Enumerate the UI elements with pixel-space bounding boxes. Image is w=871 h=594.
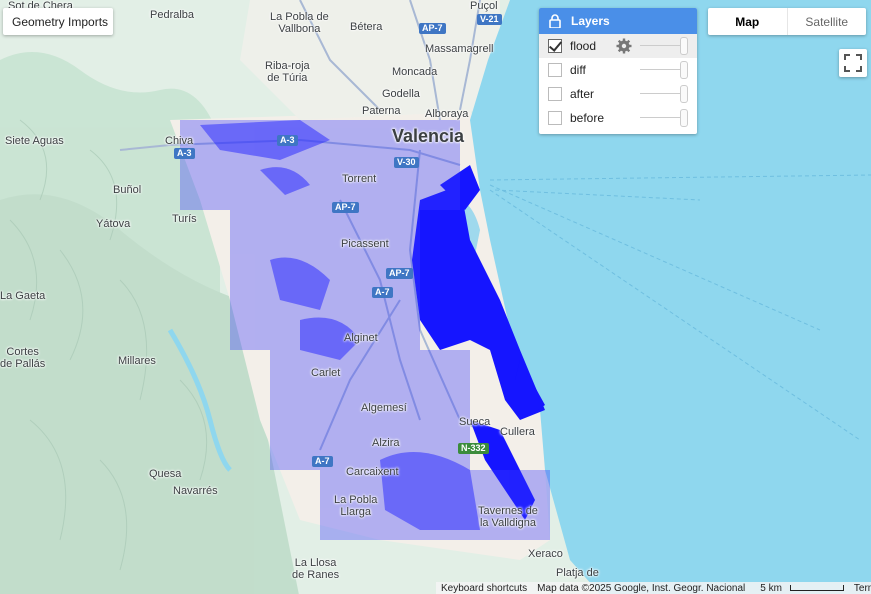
place-moncada: Moncada (392, 66, 438, 78)
road-n332: N-332 (458, 443, 489, 454)
road-a7-north: A-7 (372, 287, 393, 298)
layer-checkbox-before[interactable] (548, 111, 562, 125)
road-v30: V-30 (394, 157, 419, 168)
place-siete-aguas: Siete Aguas (5, 135, 64, 147)
place-sueca: Sueca (459, 416, 491, 428)
place-navarres: Navarrés (173, 485, 218, 497)
layer-label-after: after (570, 87, 595, 101)
place-la-pobla-vallbona: La Pobla de Vallbona (270, 11, 329, 35)
map-type-control: Map Satellite (708, 8, 866, 35)
place-algemesi: Algemesí (361, 402, 407, 414)
scale-label: 5 km (760, 582, 782, 594)
place-massamagrell: Massamagrell (425, 43, 494, 55)
place-torrent: Torrent (342, 173, 377, 185)
scale-control[interactable]: 5 km (750, 583, 849, 594)
map-canvas[interactable]: Valencia Pedralba La Pobla de Vallbona B… (0, 0, 871, 594)
place-picassent: Picassent (341, 238, 389, 250)
layers-title: Layers (571, 14, 610, 28)
map-attribution: Map data ©2025 Google, Inst. Geogr. Naci… (537, 582, 746, 594)
layer-row-after[interactable]: after (539, 82, 697, 106)
layer-checkbox-flood[interactable] (548, 39, 562, 53)
layers-panel: Layers flood diff after before (539, 8, 697, 134)
place-betera: Bétera (350, 21, 383, 33)
road-ap7-north: AP-7 (419, 23, 446, 34)
scale-bar (789, 584, 844, 591)
opacity-slider-thumb-flood[interactable] (680, 37, 688, 55)
opacity-slider-thumb-after[interactable] (680, 85, 688, 103)
place-paterna: Paterna (362, 105, 401, 117)
place-cullera: Cullera (500, 426, 535, 438)
place-turis: Turís (172, 213, 197, 225)
place-xeraco: Xeraco (528, 548, 563, 560)
road-a3-east: A-3 (277, 135, 298, 146)
road-ap7-center: AP-7 (332, 202, 359, 213)
opacity-slider-thumb-diff[interactable] (680, 61, 688, 79)
opacity-slider-thumb-before[interactable] (680, 109, 688, 127)
place-la-llosa: La Llosa de Ranes (292, 557, 340, 581)
layers-header[interactable]: Layers (539, 8, 697, 34)
place-alboraya: Alboraya (425, 108, 469, 120)
layer-label-before: before (570, 111, 605, 125)
place-carcaixent: Carcaixent (346, 466, 399, 478)
place-godella: Godella (382, 88, 420, 100)
layer-row-diff[interactable]: diff (539, 58, 697, 82)
layer-row-flood[interactable]: flood (539, 34, 697, 58)
layer-checkbox-diff[interactable] (548, 63, 562, 77)
lock-icon[interactable] (539, 14, 571, 28)
terms-link[interactable]: Terms (849, 583, 871, 594)
place-yatova: Yátova (96, 218, 131, 230)
gear-icon[interactable] (616, 38, 632, 54)
place-chiva: Chiva (165, 135, 194, 147)
layer-label-diff: diff (570, 63, 586, 77)
road-ap7-south: AP-7 (386, 268, 413, 279)
layer-label-flood: flood (570, 39, 597, 53)
place-cortes-pallas: Cortes de Pallás (0, 346, 46, 370)
place-alginet: Alginet (344, 332, 378, 344)
place-quesa: Quesa (149, 468, 182, 480)
layer-checkbox-after[interactable] (548, 87, 562, 101)
place-millares: Millares (118, 355, 156, 367)
place-platja: Platja de (556, 567, 599, 579)
place-pucol: Puçol (470, 0, 498, 12)
place-ribaroja: Riba-roja de Túria (265, 60, 310, 84)
map-background (0, 0, 871, 594)
geometry-imports-label: Geometry Imports (12, 14, 109, 29)
place-la-pobla-llarga: La Pobla Llarga (334, 494, 378, 518)
place-tavernes: Tavernes de la Valldigna (478, 505, 538, 529)
map-type-map-button[interactable]: Map (708, 8, 788, 35)
place-la-gaeta: La Gaeta (0, 290, 46, 302)
map-type-satellite-button[interactable]: Satellite (788, 8, 867, 35)
road-a3-west: A-3 (174, 148, 195, 159)
place-alzira: Alzira (372, 437, 400, 449)
place-bunol: Buñol (113, 184, 142, 196)
fullscreen-button[interactable] (839, 49, 867, 77)
geometry-imports-button[interactable]: Geometry Imports (3, 8, 113, 35)
map-footer: Keyboard shortcuts Map data ©2025 Google… (436, 582, 871, 594)
layer-row-before[interactable]: before (539, 106, 697, 130)
place-valencia: Valencia (392, 126, 465, 146)
road-a7-south: A-7 (312, 456, 333, 467)
place-carlet: Carlet (311, 367, 341, 379)
place-pedralba: Pedralba (150, 9, 195, 21)
fullscreen-icon (844, 54, 862, 72)
keyboard-shortcuts-link[interactable]: Keyboard shortcuts (436, 583, 532, 594)
road-v21: V-21 (477, 14, 502, 25)
